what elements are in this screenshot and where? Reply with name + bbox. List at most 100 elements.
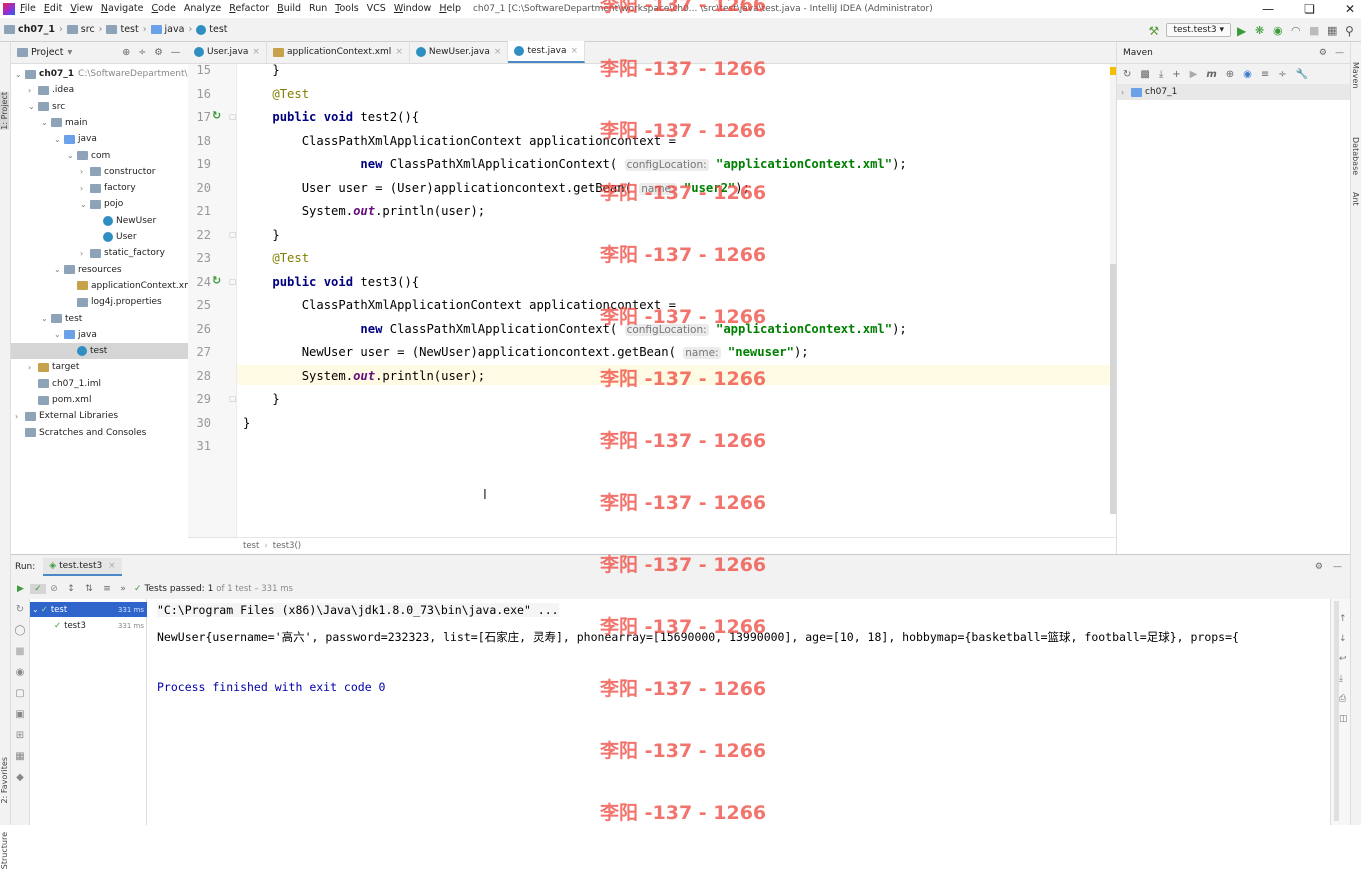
chevron-right-icon[interactable]: › — [80, 167, 90, 176]
chevron-down-icon[interactable]: ⌄ — [67, 151, 77, 160]
tree-item[interactable]: ⌄ java — [11, 327, 97, 343]
tree-item[interactable]: applicationContext.xml — [11, 278, 195, 294]
chevron-right-icon[interactable]: › — [80, 249, 90, 258]
run-tab[interactable]: ◈ test.test3 × — [43, 558, 122, 576]
tree-item[interactable]: ⌄ pojo — [11, 196, 123, 212]
tree-item[interactable]: › External Libraries — [11, 408, 118, 424]
hammer-icon[interactable]: ⚒ — [1148, 24, 1160, 38]
tree-item[interactable]: ⌄ main — [11, 115, 88, 131]
menu-item[interactable]: Window — [394, 3, 431, 14]
tree-item[interactable]: › constructor — [11, 164, 155, 180]
expand-all-icon[interactable]: ≡ — [98, 584, 116, 594]
tree-item[interactable]: ch07_1.iml — [11, 376, 101, 392]
crumb-method[interactable]: test3() — [273, 541, 301, 551]
close-icon[interactable]: × — [494, 47, 502, 57]
database-tool-button[interactable]: Database — [1351, 137, 1360, 175]
editor-tab[interactable]: NewUser.java × — [410, 41, 509, 63]
ant-tool-button[interactable]: Ant — [1351, 192, 1360, 206]
structure-tool-button[interactable]: Structure — [0, 832, 9, 869]
menu-item[interactable]: View — [70, 3, 93, 14]
tree-item[interactable]: ⌄ java — [11, 131, 97, 147]
hide-icon[interactable]: — — [171, 47, 181, 58]
fold-icon[interactable]: ▢ — [229, 230, 237, 239]
sort-alpha-icon[interactable]: ↕ — [62, 584, 80, 594]
collapse-icon[interactable]: ÷ — [1278, 69, 1286, 80]
chevron-right-icon[interactable]: › — [28, 363, 38, 372]
more-icon[interactable]: » — [116, 584, 130, 594]
search-everywhere-icon[interactable]: ⚲ — [1345, 24, 1357, 38]
chevron-down-icon[interactable]: ⌄ — [54, 265, 64, 274]
chevron-right-icon[interactable]: › — [28, 86, 38, 95]
tree-item[interactable]: › static_factory — [11, 245, 165, 261]
show-dependencies-icon[interactable]: ≡ — [1261, 69, 1269, 80]
chevron-down-icon[interactable]: ⌄ — [54, 135, 64, 144]
close-icon[interactable]: × — [395, 47, 403, 57]
editor-tab[interactable]: User.java × — [188, 41, 267, 63]
close-icon[interactable]: × — [252, 47, 260, 57]
run-icon[interactable]: ▶ — [1237, 24, 1249, 38]
export-icon[interactable]: ▢ — [11, 683, 29, 704]
tree-item[interactable]: ⌄ com — [11, 148, 110, 164]
editor-tab[interactable]: applicationContext.xml × — [267, 41, 410, 63]
menu-item[interactable]: Tools — [335, 3, 358, 14]
menu-item[interactable]: Refactor — [229, 3, 269, 14]
editor-tab[interactable]: test.java × — [508, 41, 586, 63]
menu-item[interactable]: Help — [439, 3, 461, 14]
tree-item[interactable]: log4j.properties — [11, 294, 162, 310]
stop-icon[interactable]: ■ — [11, 641, 29, 662]
rerun-failed-icon[interactable]: ↻ — [11, 599, 29, 620]
tree-item[interactable]: ⌄ src — [11, 99, 65, 115]
history-icon[interactable]: ⊞ — [11, 725, 29, 746]
menu-item[interactable]: VCS — [367, 3, 386, 14]
stop-icon[interactable]: ■ — [1309, 24, 1321, 37]
menu-item[interactable]: File — [20, 3, 36, 14]
close-icon[interactable]: × — [108, 561, 116, 571]
maven-tool-button[interactable]: Maven — [1351, 62, 1360, 89]
menu-item[interactable]: Code — [152, 3, 176, 14]
hide-icon[interactable]: — — [1335, 48, 1344, 58]
favorites-tool-button[interactable]: 2: Favorites — [0, 757, 9, 803]
run-test-gutter-icon[interactable]: ↻ — [212, 274, 221, 287]
maven-project-item[interactable]: › ch07_1 — [1117, 84, 1350, 100]
tree-item[interactable]: pom.xml — [11, 392, 91, 408]
camera-icon[interactable]: ◉ — [11, 662, 29, 683]
chevron-down-icon[interactable]: ⌄ — [32, 605, 39, 614]
menu-item[interactable]: Run — [309, 3, 327, 14]
minimize-icon[interactable]: — — [1262, 2, 1274, 16]
project-structure-icon[interactable]: ▦ — [1327, 24, 1339, 37]
chevron-down-icon[interactable]: ⌄ — [41, 314, 51, 323]
chevron-right-icon[interactable]: › — [15, 412, 25, 421]
print-icon[interactable]: ⎙ — [1339, 689, 1348, 709]
menu-item[interactable]: Navigate — [101, 3, 144, 14]
layout-icon[interactable]: ▦ — [11, 746, 29, 767]
breadcrumb-item[interactable]: java › — [150, 24, 192, 35]
test-tree-item[interactable]: ⌄ ✓ test 331 ms — [30, 602, 147, 617]
show-ignored-icon[interactable]: ⊘ — [46, 584, 62, 594]
hide-icon[interactable]: — — [1333, 562, 1342, 572]
chevron-right-icon[interactable]: › — [80, 184, 90, 193]
fold-icon[interactable]: ▢ — [229, 394, 237, 403]
pin-icon[interactable]: ◆ — [11, 767, 29, 788]
project-tool-button[interactable]: 1: Project — [0, 92, 9, 130]
fold-icon[interactable]: ▢ — [229, 277, 237, 286]
download-icon[interactable]: ⤓ — [1159, 69, 1163, 80]
fold-icon[interactable]: ▢ — [229, 112, 237, 121]
tree-item[interactable]: User — [11, 229, 137, 245]
show-passed-icon[interactable]: ✓ — [30, 584, 46, 594]
profile-icon[interactable]: ◠ — [1291, 24, 1303, 37]
sort-duration-icon[interactable]: ⇅ — [80, 584, 98, 594]
tree-item[interactable]: test — [11, 343, 188, 360]
skip-tests-icon[interactable]: ◉ — [1243, 69, 1252, 80]
chevron-down-icon[interactable]: ▾ — [68, 47, 73, 58]
breadcrumb-item[interactable]: src › — [66, 24, 102, 35]
tree-item[interactable]: › target — [11, 359, 79, 375]
chevron-down-icon[interactable]: ⌄ — [28, 102, 38, 111]
debug-icon[interactable]: ❋ — [1255, 24, 1267, 37]
generate-sources-icon[interactable]: ▩ — [1140, 69, 1149, 80]
restore-icon[interactable]: ❏ — [1304, 2, 1315, 16]
gear-icon[interactable]: ⚙ — [1319, 48, 1327, 58]
chevron-down-icon[interactable]: ⌄ — [54, 330, 64, 339]
chevron-down-icon[interactable]: ⌄ — [41, 118, 51, 127]
execute-goal-icon[interactable]: m — [1206, 69, 1216, 80]
down-arrow-icon[interactable]: ↓ — [1339, 629, 1348, 649]
